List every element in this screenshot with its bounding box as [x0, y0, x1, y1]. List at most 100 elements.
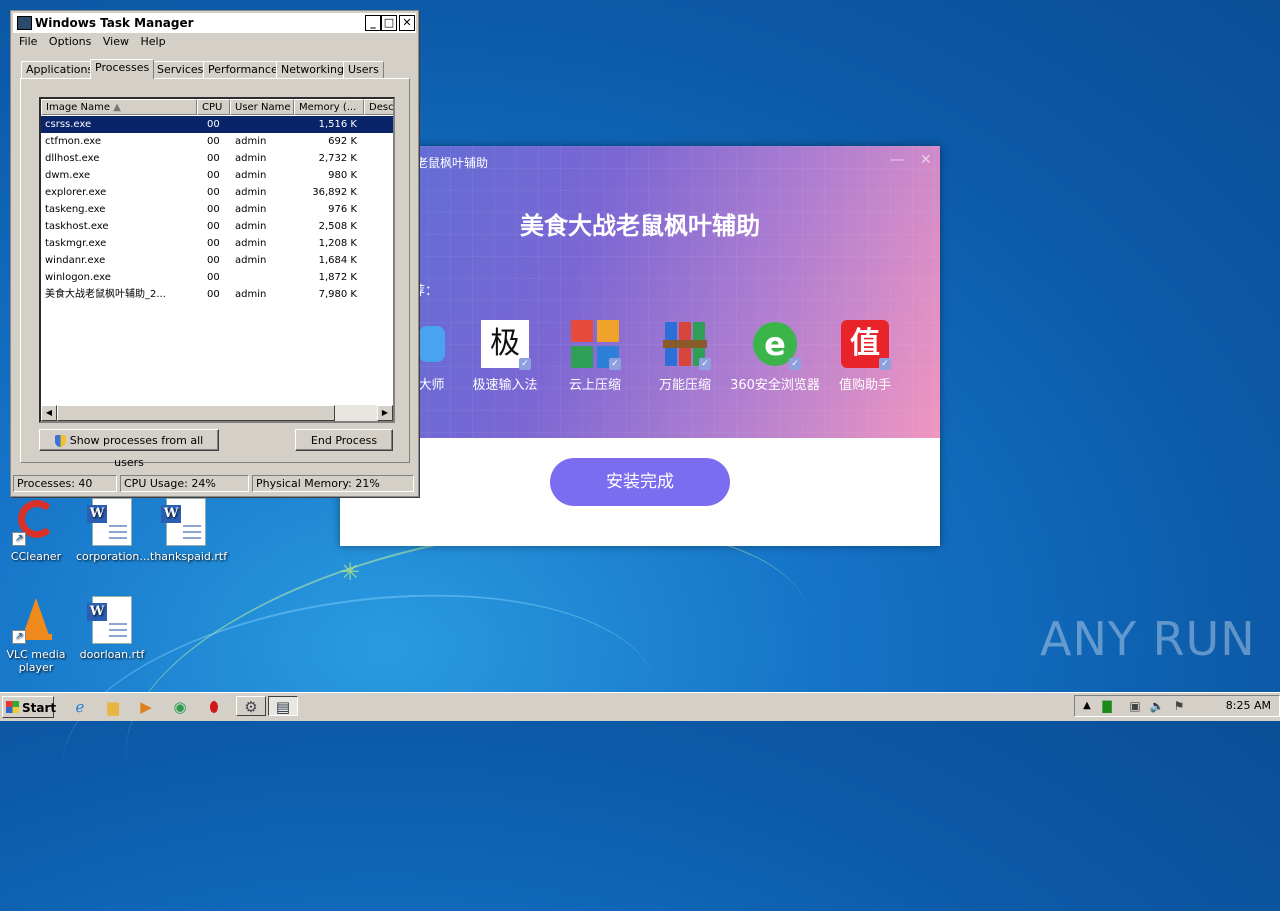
action-center-flag-icon[interactable]: ⚑ — [1169, 696, 1189, 716]
word-document-icon: W — [87, 596, 136, 644]
volume-icon[interactable]: 🔈 — [1147, 696, 1167, 716]
desktop-icon-label: CCleaner — [10, 550, 62, 563]
cell-mem: 1,208 K — [318, 238, 357, 249]
process-list: Image Name ▲ CPU User Name Memory (... D… — [39, 97, 395, 423]
task-manager-title: Windows Task Manager — [35, 16, 194, 30]
cell-user: admin — [235, 221, 267, 232]
cell-mem: 692 K — [328, 136, 357, 147]
wallpaper-leaf-icon: ✳ — [340, 558, 361, 586]
task-manager-app-icon — [17, 16, 32, 30]
app-item-shopping-helper[interactable]: 值 ✓ 值购助手 — [820, 320, 910, 393]
shortcut-arrow-icon: ↗ — [12, 630, 26, 644]
table-row[interactable]: csrss.exe 00 1,516 K — [41, 116, 393, 133]
tab-performance[interactable]: Performance — [203, 61, 283, 78]
cell-user: admin — [235, 204, 267, 215]
table-row[interactable]: winlogon.exe 00 1,872 K — [41, 269, 393, 286]
clock[interactable]: 8:25 AM — [1226, 699, 1271, 712]
start-button[interactable]: Start — [2, 696, 56, 718]
cell-cpu: 00 — [207, 153, 220, 164]
show-all-processes-button[interactable]: Show processes from all users — [39, 429, 219, 469]
column-header-cpu[interactable]: CPU — [197, 99, 230, 115]
menu-view[interactable]: View — [103, 35, 129, 48]
performance-tray-icon[interactable]: ▇ — [1097, 696, 1117, 716]
cell-name: dllhost.exe — [45, 153, 100, 164]
cell-mem: 976 K — [328, 204, 357, 215]
app-label: 云上压缩 — [568, 378, 621, 393]
column-header-description[interactable]: Desc — [364, 99, 393, 115]
desktop-icon-corporation[interactable]: W corporation... — [76, 498, 150, 563]
install-complete-button[interactable]: 安装完成 — [550, 458, 730, 506]
table-row[interactable]: taskeng.exe 00 admin 976 K — [41, 201, 393, 218]
app-item-input-method[interactable]: 极 ✓ 极速输入法 — [460, 320, 550, 393]
table-row[interactable]: ctfmon.exe 00 admin 692 K — [41, 133, 393, 150]
menu-options[interactable]: Options — [49, 35, 91, 48]
folder-icon[interactable]: ▆ — [103, 697, 123, 717]
table-row[interactable]: windanr.exe 00 admin 1,684 K — [41, 252, 393, 269]
cell-user: admin — [235, 136, 267, 147]
close-button[interactable]: ✕ — [399, 15, 415, 31]
status-processes: Processes: 40 — [13, 475, 117, 492]
tab-users[interactable]: Users — [343, 61, 384, 78]
universal-zip-icon: ✓ — [661, 320, 711, 370]
column-header-user-name[interactable]: User Name — [230, 99, 294, 115]
desktop-icon-thankspaid[interactable]: W thankspaid.rtf — [150, 498, 228, 563]
menu-bar: File Options View Help — [15, 35, 170, 53]
check-icon: ✓ — [789, 358, 801, 370]
end-process-button[interactable]: End Process — [295, 429, 393, 451]
cell-user: admin — [235, 289, 267, 300]
column-header-memory[interactable]: Memory (... — [294, 99, 364, 115]
cell-mem: 1,684 K — [318, 255, 357, 266]
desktop-icon-vlc[interactable]: ↗ VLC media player — [0, 596, 72, 674]
table-row[interactable]: dllhost.exe 00 admin 2,732 K — [41, 150, 393, 167]
check-icon: ✓ — [609, 358, 621, 370]
table-row[interactable]: explorer.exe 00 admin 36,892 K — [41, 184, 393, 201]
cell-name: windanr.exe — [45, 255, 106, 266]
column-header-image-name[interactable]: Image Name ▲ — [41, 99, 197, 115]
desktop-icon-ccleaner[interactable]: ↗ CCleaner — [0, 498, 72, 563]
installer-title: 老鼠枫叶辅助 — [416, 156, 489, 170]
scroll-thumb[interactable] — [57, 405, 335, 421]
network-icon[interactable]: ▣ — [1125, 696, 1145, 716]
minimize-icon[interactable]: — — [890, 152, 904, 168]
menu-file[interactable]: File — [19, 35, 37, 48]
table-row[interactable]: 美食大战老鼠枫叶辅助_2... 00 admin 7,980 K — [41, 286, 393, 303]
tab-services[interactable]: Services — [152, 61, 209, 78]
table-row[interactable]: dwm.exe 00 admin 980 K — [41, 167, 393, 184]
cell-name: taskmgr.exe — [45, 238, 107, 249]
app-item-universal-zip[interactable]: ✓ 万能压缩 — [640, 320, 730, 393]
tab-processes[interactable]: Processes — [90, 59, 155, 79]
desktop-icon-doorloan[interactable]: W doorloan.rtf — [76, 596, 148, 661]
check-icon: ✓ — [699, 358, 711, 370]
app-item-cloud-zip[interactable]: ✓ 云上压缩 — [550, 320, 640, 393]
shortcut-arrow-icon: ↗ — [12, 532, 26, 546]
tab-applications[interactable]: Applications — [21, 61, 99, 78]
task-button-task-manager-icon[interactable]: ▤ — [268, 696, 298, 716]
task-manager-titlebar[interactable]: Windows Task Manager _ □ ✕ — [13, 13, 416, 33]
scroll-left-icon[interactable]: ◀ — [41, 405, 57, 421]
close-icon[interactable]: ✕ — [920, 152, 932, 168]
input-method-icon: 极 ✓ — [481, 320, 531, 370]
opera-icon[interactable]: ⬮ — [204, 697, 224, 717]
desktop-icon-label: thankspaid.rtf — [150, 550, 228, 563]
show-hidden-icons-icon[interactable]: ▲ — [1077, 696, 1097, 716]
chrome-icon[interactable]: ◉ — [170, 697, 190, 717]
cell-user: admin — [235, 238, 267, 249]
tab-networking[interactable]: Networking — [276, 61, 349, 78]
desktop-icon-label: VLC media player — [6, 648, 66, 674]
table-row[interactable]: taskmgr.exe 00 admin 1,208 K — [41, 235, 393, 252]
media-player-icon[interactable]: ▶ — [136, 697, 156, 717]
word-document-icon: W — [87, 498, 136, 546]
task-button-installer-icon[interactable]: ⚙ — [236, 696, 266, 716]
cell-mem: 2,508 K — [318, 221, 357, 232]
minimize-button[interactable]: _ — [365, 15, 381, 31]
app-item-360-browser[interactable]: e ✓ 360安全浏览器 — [730, 320, 820, 393]
horizontal-scrollbar[interactable]: ◀ ▶ — [41, 405, 393, 421]
scroll-right-icon[interactable]: ▶ — [377, 405, 393, 421]
taskbar: Start ℯ ▆ ▶ ◉ ⬮ ⚙ ▤ ▲ ▇ ▣ 🔈 ⚑ 8:25 AM — [0, 692, 1280, 721]
maximize-button[interactable]: □ — [381, 15, 397, 31]
cell-cpu: 00 — [207, 170, 220, 181]
cell-cpu: 00 — [207, 238, 220, 249]
menu-help[interactable]: Help — [140, 35, 165, 48]
table-row[interactable]: taskhost.exe 00 admin 2,508 K — [41, 218, 393, 235]
internet-explorer-icon[interactable]: ℯ — [70, 697, 90, 717]
